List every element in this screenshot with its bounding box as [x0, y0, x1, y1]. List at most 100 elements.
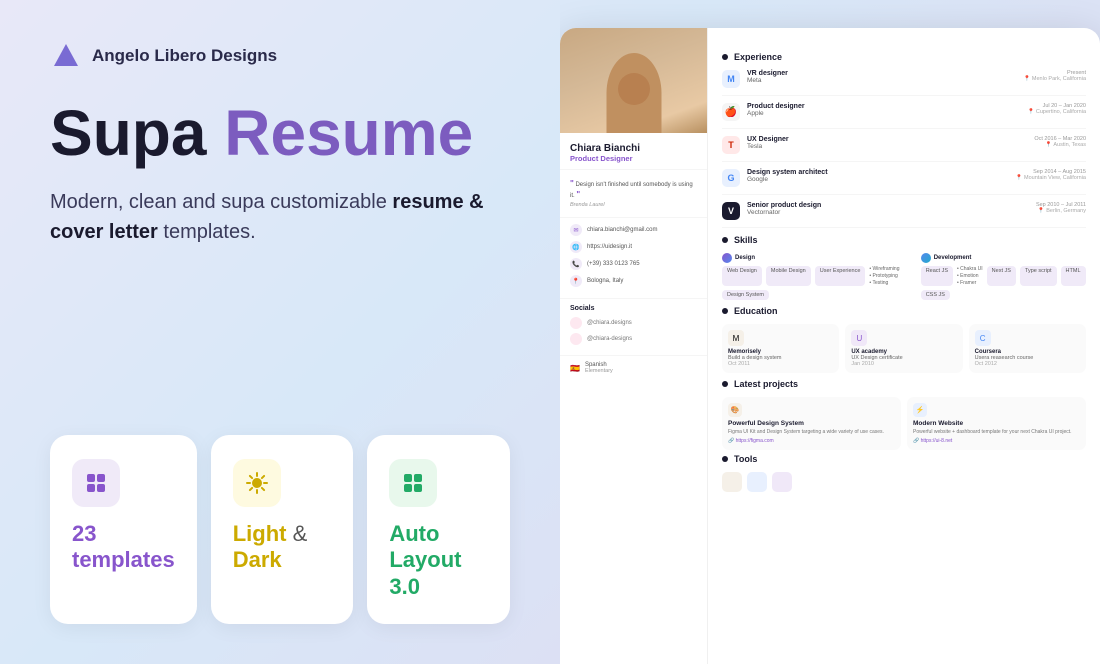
card-templates: 23 templates — [50, 435, 197, 624]
tools-dot — [722, 456, 728, 462]
resume-name-block: Chiara Bianchi Product Designer — [560, 133, 707, 169]
tesla-company: Tesla — [747, 143, 1027, 150]
skill-react: React JS — [921, 266, 953, 286]
ux-academy-logo: U — [851, 330, 867, 346]
cards-row: 23 templates — [50, 435, 510, 624]
templates-label: 23 templates — [72, 521, 175, 574]
brand-name: Angelo Libero Designs — [92, 46, 277, 66]
light-dark-label: Light & Dark — [233, 521, 332, 574]
language-item: 🇪🇸 Spanish Elementary — [570, 362, 697, 374]
subtitle: Modern, clean and supa customizable resu… — [50, 187, 510, 247]
auto-label: Auto — [389, 521, 439, 546]
vectornator-company: Vectornator — [747, 209, 1029, 216]
skill-mobile: Mobile Design — [766, 266, 811, 286]
google-date: Sep 2014 – Aug 2015📍 Mountain View, Cali… — [1016, 169, 1086, 181]
light-label: Light — [233, 521, 287, 546]
tools-header: Tools — [722, 454, 1086, 464]
project-design-system: 🎨 Powerful Design System Figma UI Kit an… — [722, 397, 901, 450]
brand-row: Angelo Libero Designs — [50, 40, 510, 72]
experience-title: Experience — [734, 52, 782, 62]
edu-coursera: C Coursera Usera reasearch course Oct 20… — [969, 324, 1086, 373]
contact-email-item: ✉ chiara.bianchi@gmail.com — [570, 224, 697, 236]
dribbble-icon — [570, 333, 582, 345]
dev-label: Development — [934, 255, 972, 261]
location-icon: 📍 — [570, 275, 582, 287]
language-level: Elementary — [585, 368, 613, 374]
projects-header: Latest projects — [722, 379, 1086, 389]
social-dribbble: @chiara-designs — [570, 333, 697, 345]
apple-date: Jul 20 – Jan 2020📍 Cupertino, California — [1027, 103, 1086, 115]
education-dot — [722, 308, 728, 314]
dev-tags: React JS • Chakra UI• Emotion• Framer Ne… — [921, 266, 1086, 300]
contact-location: Bologna, Italy — [587, 278, 623, 284]
auto-layout-icon — [389, 459, 437, 507]
instagram-icon — [570, 317, 582, 329]
layout-label: Layout 3.0 — [389, 547, 461, 598]
skill-bullets-dev: • Chakra UI• Emotion• Framer — [957, 266, 983, 286]
main-container: Angelo Libero Designs Supa Resume Modern… — [0, 0, 1100, 664]
meta-logo: M — [722, 70, 740, 88]
project2-name: Modern Website — [913, 420, 1080, 427]
edu-memorisely: M Memorisely Build a design system Oct 2… — [722, 324, 839, 373]
tool3-icon — [772, 472, 792, 492]
projects-title: Latest projects — [734, 379, 798, 389]
skill-ds: Design System — [722, 290, 769, 300]
resume-right-column: Experience M VR designer Meta Present📍 M… — [708, 28, 1100, 664]
vectornator-role: Senior product design — [747, 202, 1029, 209]
experience-header: Experience — [722, 52, 1086, 62]
left-panel: Angelo Libero Designs Supa Resume Modern… — [0, 0, 560, 664]
resume-mockup: Chiara Bianchi Product Designer " Design… — [560, 28, 1100, 664]
coursera-logo: C — [975, 330, 991, 346]
project2-link: 🔗 https://ui-8.net — [913, 438, 1080, 444]
apple-role: Product designer — [747, 103, 1020, 110]
vectornator-date: Sep 2010 – Jul 2011📍 Berlin, Germany — [1036, 202, 1086, 214]
ux-academy-date: Jan 2010 — [851, 361, 956, 367]
projects-dot — [722, 381, 728, 387]
exp-apple: 🍎 Product designer Apple Jul 20 – Jan 20… — [722, 103, 1086, 129]
subtitle-text-normal: Modern, clean and supa customizable — [50, 191, 392, 213]
apple-company: Apple — [747, 110, 1020, 117]
skill-css: CSS JS — [921, 290, 950, 300]
meta-date: Present📍 Menlo Park, California — [1024, 70, 1086, 82]
tools-list — [722, 472, 1086, 492]
apple-info: Product designer Apple — [747, 103, 1020, 117]
contact-phone-item: 📞 (+39) 333 0123 765 — [570, 258, 697, 270]
contact-email: chiara.bianchi@gmail.com — [587, 227, 657, 233]
experience-list: M VR designer Meta Present📍 Menlo Park, … — [722, 70, 1086, 228]
quote-author: Brenda Laurel — [570, 202, 605, 208]
auto-layout-label: Auto Layout 3.0 — [389, 521, 488, 600]
resume-languages: 🇪🇸 Spanish Elementary — [560, 355, 707, 384]
skill-bullets-design: • Wireframing• Prototyping• Testing — [869, 266, 899, 286]
resume-left-column: Chiara Bianchi Product Designer " Design… — [560, 28, 708, 664]
templates-icon — [72, 459, 120, 507]
card-light-dark: Light & Dark — [211, 435, 354, 624]
contact-location-item: 📍 Bologna, Italy — [570, 275, 697, 287]
skills-title: Skills — [734, 235, 758, 245]
vectornator-info: Senior product design Vectornator — [747, 202, 1029, 216]
skill-next: Next JS — [987, 266, 1016, 286]
dribbble-handle: @chiara-designs — [587, 336, 632, 342]
dark-label: Dark — [233, 547, 282, 572]
templates-count: 23 — [72, 521, 96, 546]
website-icon: 🌐 — [570, 241, 582, 253]
skills-header: Skills — [722, 235, 1086, 245]
design-skill-icon — [722, 253, 732, 263]
tools-title: Tools — [734, 454, 757, 464]
resume-photo — [560, 28, 707, 133]
exp-google: G Design system architect Google Sep 201… — [722, 169, 1086, 195]
contact-phone: (+39) 333 0123 765 — [587, 261, 640, 267]
design-skills: Design Web Design Mobile Design User Exp… — [722, 253, 913, 300]
resume-person-name: Chiara Bianchi — [570, 143, 697, 154]
skill-web: Web Design — [722, 266, 762, 286]
quote-text: Design isn't finished until somebody is … — [570, 182, 693, 199]
tesla-logo: T — [722, 136, 740, 154]
design-tags: Web Design Mobile Design User Experience… — [722, 266, 913, 300]
dev-skills: Development React JS • Chakra UI• Emotio… — [921, 253, 1086, 300]
skills-dot — [722, 237, 728, 243]
meta-role: VR designer — [747, 70, 1017, 77]
edu-ux-academy: U UX academy UX Design certificate Jan 2… — [845, 324, 962, 373]
instagram-handle: @chiara.designs — [587, 320, 632, 326]
right-panel: Chiara Bianchi Product Designer " Design… — [560, 0, 1100, 664]
exp-vectornator: V Senior product design Vectornator Sep … — [722, 202, 1086, 228]
project-modern-website: ⚡ Modern Website Powerful website + dash… — [907, 397, 1086, 450]
